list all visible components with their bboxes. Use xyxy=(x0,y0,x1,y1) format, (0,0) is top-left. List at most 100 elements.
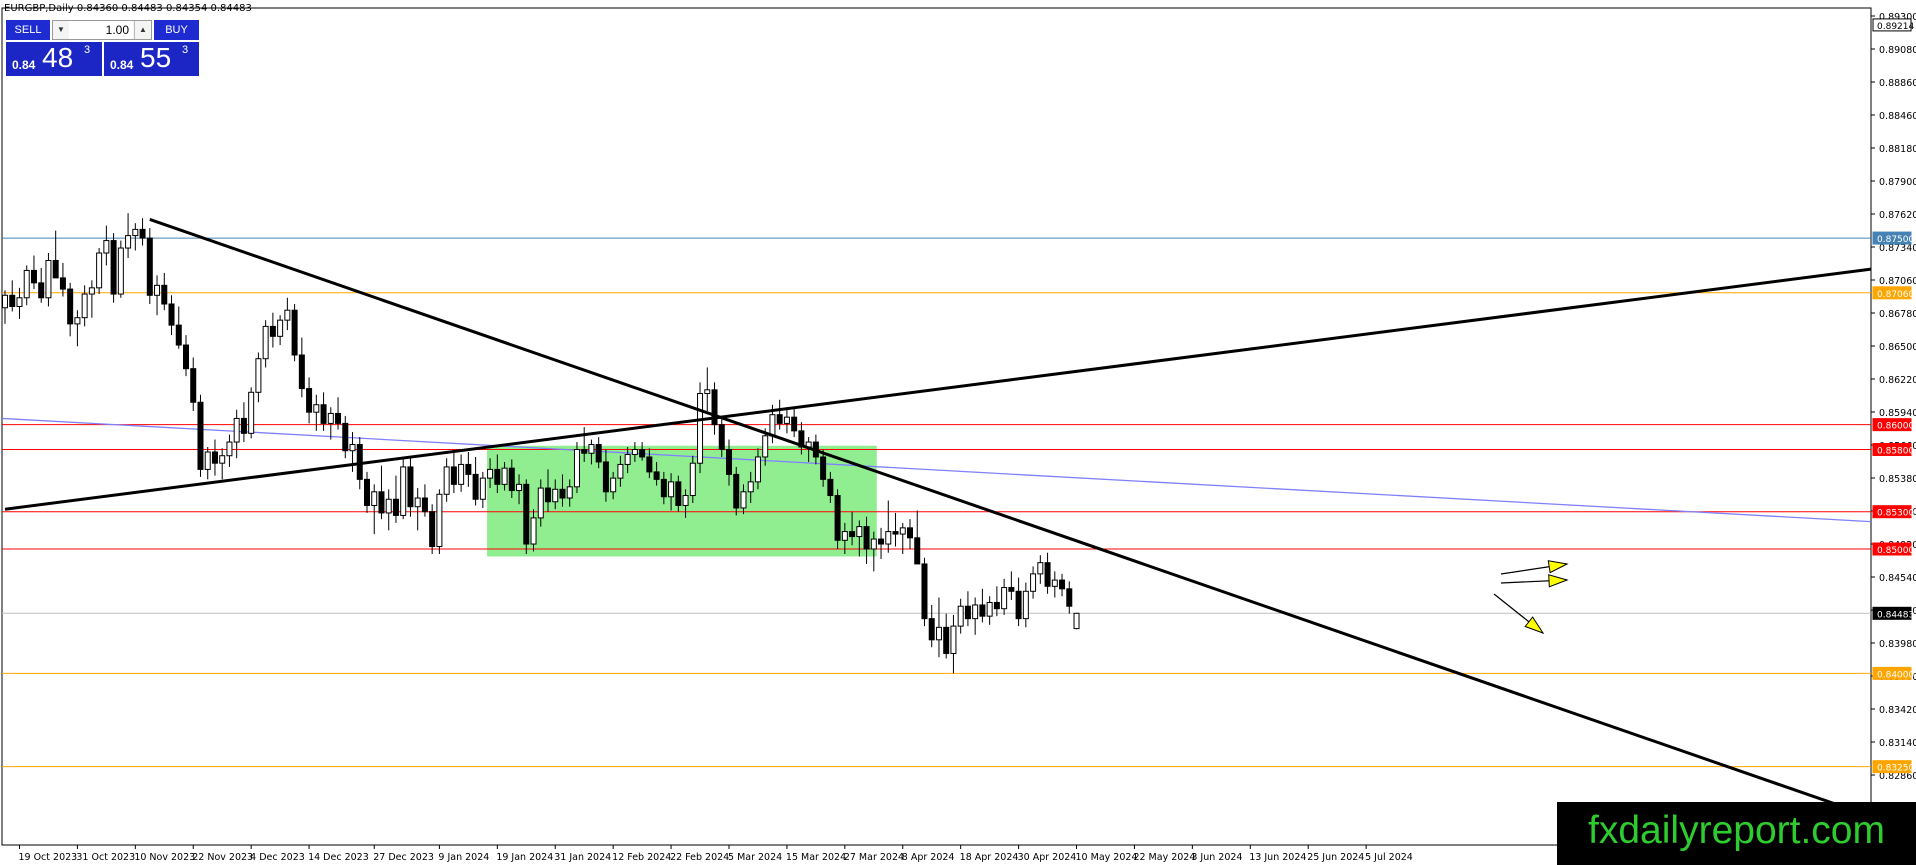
candle-body xyxy=(371,491,378,506)
candle-body xyxy=(1051,579,1058,587)
watermark-text: fxdailyreport.com xyxy=(1588,809,1885,852)
candle-body xyxy=(342,422,349,452)
candle-body xyxy=(588,444,595,454)
y-tick-label: 0.88860 xyxy=(1879,78,1916,89)
candle-body xyxy=(240,417,247,434)
candle-body xyxy=(2,294,8,309)
candle-body xyxy=(400,466,407,516)
x-tick-label: 4 Dec 2023 xyxy=(250,852,305,863)
candle-body xyxy=(617,463,624,479)
x-tick-label: 22 Feb 2024 xyxy=(670,852,729,863)
candle-body xyxy=(277,319,284,337)
price-tag-label: 0.86000 xyxy=(1877,422,1914,432)
sell-price-big: 48 xyxy=(42,42,74,73)
candle-body xyxy=(675,481,682,506)
candle-body xyxy=(581,449,588,454)
x-tick-label: 14 Dec 2023 xyxy=(308,852,369,863)
candle-body xyxy=(146,237,153,296)
candle-body xyxy=(849,531,856,538)
candle-body xyxy=(429,511,436,548)
price-tag-label: 0.84483 xyxy=(1877,610,1914,620)
candle-body xyxy=(494,468,501,485)
volume-down-icon[interactable]: ▼ xyxy=(53,21,70,39)
candle-body xyxy=(921,563,928,620)
candle-body xyxy=(718,424,725,451)
candle-body xyxy=(30,269,37,284)
candle-body xyxy=(827,478,834,497)
price-tag-label: 0.84000 xyxy=(1877,670,1914,680)
candle-body xyxy=(610,477,617,493)
candle-body xyxy=(791,416,798,432)
candle-body xyxy=(139,228,146,239)
x-tick-label: 10 Nov 2023 xyxy=(134,852,195,863)
candle-body xyxy=(88,287,95,295)
candle-body xyxy=(856,526,863,538)
candle-body xyxy=(928,618,935,641)
y-tick-label: 0.86780 xyxy=(1879,309,1916,320)
candle-body xyxy=(733,473,740,509)
candle-body xyxy=(233,417,240,443)
x-tick-label: 5 Jul 2024 xyxy=(1365,852,1413,863)
candle-body xyxy=(262,325,269,360)
candle-body xyxy=(508,467,515,492)
watermark-logo: fxdailyreport.com xyxy=(1557,802,1916,865)
candle-body xyxy=(943,626,950,654)
candle-body xyxy=(682,495,689,506)
candle-body xyxy=(1015,590,1022,620)
candle-body xyxy=(204,451,211,470)
x-tick-label: 27 Dec 2023 xyxy=(373,852,434,863)
candle-body xyxy=(364,478,370,506)
volume-input[interactable] xyxy=(69,21,133,39)
sell-button[interactable]: SELL xyxy=(6,20,50,40)
candle-body xyxy=(183,344,189,370)
candle-body xyxy=(668,481,675,498)
price-chart[interactable]: 0.893000.890800.888600.884600.881800.879… xyxy=(0,0,1916,865)
candle-body xyxy=(59,277,66,290)
candle-body xyxy=(1030,573,1037,592)
y-tick-label: 0.86500 xyxy=(1879,342,1916,353)
candle-body xyxy=(269,325,276,337)
y-tick-label: 0.83420 xyxy=(1879,705,1916,716)
y-tick-label: 0.87620 xyxy=(1879,210,1916,221)
sell-price-box[interactable]: 0.84 48 3 xyxy=(6,42,102,76)
candle-body xyxy=(335,412,342,424)
candle-body xyxy=(878,538,885,545)
x-tick-label: 8 Apr 2024 xyxy=(902,852,955,863)
x-tick-label: 5 Mar 2024 xyxy=(728,852,782,863)
volume-up-icon[interactable]: ▲ xyxy=(134,21,151,39)
candle-body xyxy=(132,228,139,237)
buy-price-box[interactable]: 0.84 55 3 xyxy=(104,42,199,76)
candle-body xyxy=(769,414,776,437)
x-tick-label: 31 Jan 2024 xyxy=(554,852,611,863)
price-tag-label: 0.83250 xyxy=(1877,764,1914,774)
candle-body xyxy=(284,309,291,321)
candle-body xyxy=(465,463,472,475)
candle-body xyxy=(110,240,117,295)
candle-body xyxy=(378,491,385,514)
candle-body xyxy=(117,247,124,295)
candle-body xyxy=(1022,590,1029,620)
y-tick-label: 0.83140 xyxy=(1879,738,1916,749)
candle-body xyxy=(530,517,537,545)
candle-body xyxy=(248,391,255,434)
y-tick-label: 0.87900 xyxy=(1879,177,1916,188)
buy-button[interactable]: BUY xyxy=(154,20,199,40)
buy-price-sup: 3 xyxy=(182,44,189,56)
candle-body xyxy=(436,493,443,548)
candle-body xyxy=(349,444,356,452)
sell-price-sup: 3 xyxy=(84,44,91,56)
candle-body xyxy=(45,259,52,299)
y-tick-label: 0.83980 xyxy=(1879,639,1916,650)
price-tag-label: 0.85300 xyxy=(1877,509,1914,519)
x-tick-label: 3 Jun 2024 xyxy=(1191,852,1242,863)
y-tick-label: 0.87060 xyxy=(1879,276,1916,287)
candle-body xyxy=(841,531,848,541)
candle-body xyxy=(1008,587,1015,592)
candle-body xyxy=(443,466,450,495)
candle-body xyxy=(306,388,313,413)
candle-body xyxy=(624,453,631,465)
candle-body xyxy=(653,471,660,480)
x-tick-label: 9 Jan 2024 xyxy=(438,852,489,863)
price-tag-label: 0.87060 xyxy=(1877,290,1914,300)
candle-body xyxy=(537,487,544,519)
